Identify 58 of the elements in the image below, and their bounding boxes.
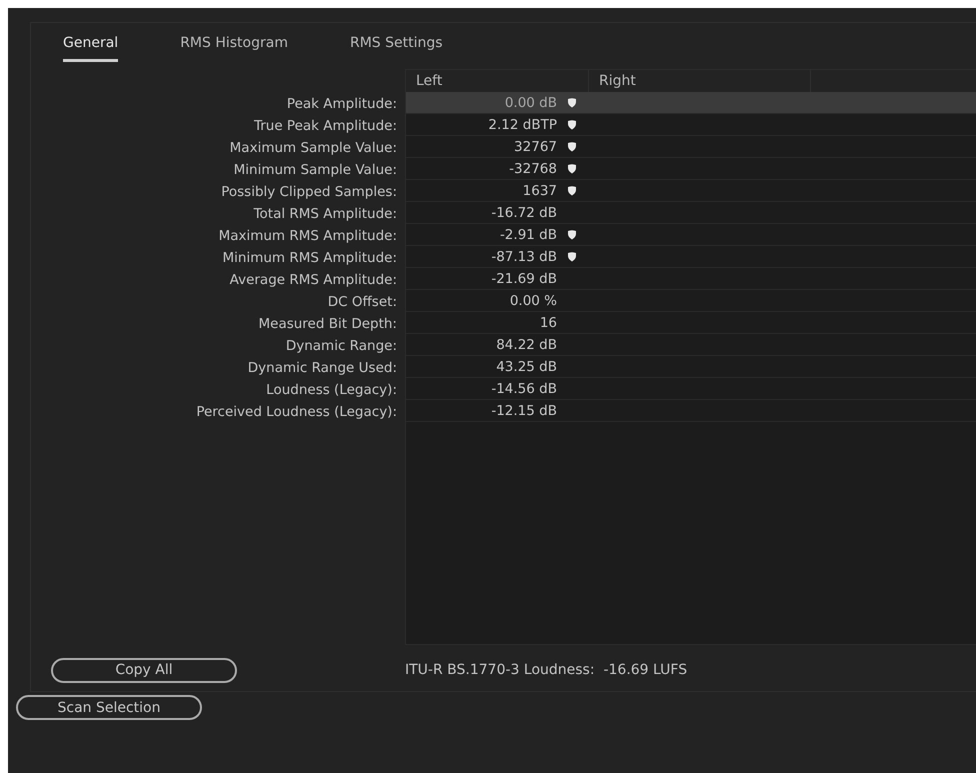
marker-icon[interactable] — [567, 252, 577, 262]
row-label: Possibly Clipped Samples: — [221, 183, 397, 202]
table-row[interactable]: -21.69 dB — [406, 268, 976, 290]
table-row[interactable]: 43.25 dB — [406, 356, 976, 378]
table-cell: 32767 — [514, 138, 557, 154]
table-cell: -2.91 dB — [500, 226, 557, 242]
row-label: DC Offset: — [328, 293, 397, 312]
row-label: Minimum Sample Value: — [234, 161, 397, 180]
loudness-text: ITU-R BS.1770-3 Loudness: -16.69 LUFS — [405, 662, 688, 678]
row-label: Perceived Loudness (Legacy): — [196, 403, 397, 422]
row-label: Maximum RMS Amplitude: — [218, 227, 397, 246]
table-row[interactable]: 0.00 % — [406, 290, 976, 312]
table-row[interactable]: 1637 — [406, 180, 976, 202]
table-cell: 43.25 dB — [496, 358, 557, 374]
table-row[interactable]: 16 — [406, 312, 976, 334]
copy-all-button[interactable]: Copy All — [51, 658, 237, 682]
marker-icon[interactable] — [567, 230, 577, 240]
table-row[interactable]: -32768 — [406, 158, 976, 180]
table-cell: 16 — [540, 314, 557, 330]
row-label: Dynamic Range: — [286, 337, 397, 356]
table-row[interactable]: 0.00 dB — [406, 92, 976, 114]
table-row[interactable]: -87.13 dB — [406, 246, 976, 268]
table-cell: -16.72 dB — [491, 204, 557, 220]
marker-icon[interactable] — [567, 164, 577, 174]
table-row[interactable]: -16.72 dB — [406, 202, 976, 224]
table-cell: -87.13 dB — [491, 248, 557, 264]
table-row[interactable]: 2.12 dBTP — [406, 114, 976, 136]
row-label: Loudness (Legacy): — [266, 381, 397, 400]
marker-icon[interactable] — [567, 186, 577, 196]
table-cell: 0.00 % — [510, 292, 557, 308]
table-cell: -12.15 dB — [491, 402, 557, 418]
table-cell: 1637 — [522, 182, 557, 198]
marker-icon[interactable] — [567, 120, 577, 130]
table-row[interactable]: 84.22 dB — [406, 334, 976, 356]
row-label: Maximum Sample Value: — [230, 139, 397, 158]
table-row[interactable]: -2.91 dB — [406, 224, 976, 246]
table-cell: -14.56 dB — [491, 380, 557, 396]
table-row[interactable]: -12.15 dB — [406, 400, 976, 422]
row-label: Peak Amplitude: — [286, 95, 397, 114]
row-label: True Peak Amplitude: — [254, 117, 397, 136]
table-row[interactable]: 32767 — [406, 136, 976, 158]
tab[interactable]: General — [63, 35, 118, 62]
row-label: Total RMS Amplitude: — [254, 205, 397, 224]
table-cell: 84.22 dB — [496, 336, 557, 352]
marker-icon[interactable] — [567, 142, 577, 152]
row-label: Measured Bit Depth: — [258, 315, 397, 334]
tab[interactable]: RMS Histogram — [180, 35, 288, 62]
table-cell: 2.12 dBTP — [488, 116, 557, 132]
marker-icon[interactable] — [567, 98, 577, 108]
table-cell: -21.69 dB — [491, 270, 557, 286]
table-cell: -32768 — [509, 160, 557, 176]
row-label: Average RMS Amplitude: — [230, 271, 397, 290]
row-label: Dynamic Range Used: — [248, 359, 397, 378]
table-row[interactable]: -14.56 dB — [406, 378, 976, 400]
table-cell: 0.00 dB — [504, 94, 557, 110]
scan-selection-button[interactable]: Scan Selection — [16, 695, 202, 720]
row-label: Minimum RMS Amplitude: — [222, 249, 397, 268]
tab[interactable]: RMS Settings — [350, 35, 443, 62]
